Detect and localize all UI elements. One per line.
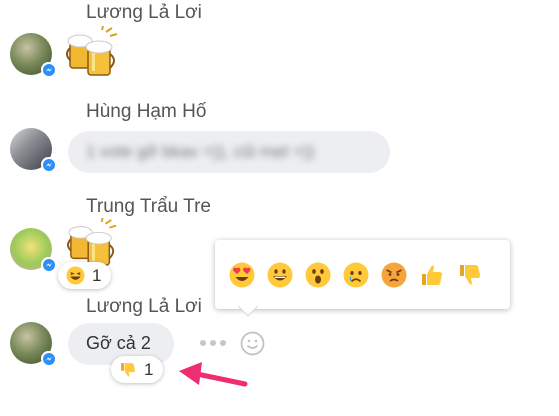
beer-mugs-sticker[interactable]	[66, 26, 120, 78]
thumbs-down-emoji-icon	[121, 362, 135, 377]
add-reaction-icon[interactable]	[240, 331, 265, 356]
laughing-emoji-icon	[66, 266, 85, 285]
sad-emoji-icon[interactable]	[343, 262, 369, 288]
messenger-badge-icon	[41, 157, 56, 172]
avatar[interactable]	[10, 228, 56, 272]
angry-emoji-icon[interactable]	[381, 262, 407, 288]
thumbs-up-emoji-icon[interactable]	[419, 262, 445, 288]
avatar[interactable]	[10, 33, 56, 77]
message-text: 1 vote gỡ bkav =)), cũi mẹt =))	[86, 142, 315, 161]
wow-emoji-icon[interactable]	[305, 262, 331, 288]
reaction-count: 1	[92, 265, 102, 285]
sender-name: Hùng Hạm Hố	[86, 101, 207, 122]
messenger-badge-icon	[41, 257, 56, 272]
reaction-count-badge[interactable]: 1	[58, 262, 112, 289]
laugh-emoji-icon[interactable]	[267, 262, 293, 288]
picker-pointer	[238, 306, 258, 317]
beer-mugs-sticker[interactable]	[66, 218, 120, 268]
reaction-count-badge[interactable]: 1	[111, 356, 164, 383]
messenger-badge-icon	[41, 351, 56, 366]
avatar[interactable]	[10, 128, 56, 172]
thumbs-down-emoji-icon[interactable]	[457, 262, 483, 288]
reaction-picker	[215, 240, 510, 309]
sender-name: Lương Lả Lơi	[86, 2, 202, 23]
annotation-arrow-icon	[179, 362, 248, 387]
sender-name: Lương Lả Lơi	[86, 296, 202, 317]
more-options-icon[interactable]	[200, 336, 226, 350]
sender-name: Trung Trẩu Tre	[86, 196, 211, 217]
message-text: Gỡ cả 2	[86, 333, 151, 353]
love-eyes-emoji-icon[interactable]	[229, 262, 255, 288]
message-bubble[interactable]: 1 vote gỡ bkav =)), cũi mẹt =))	[68, 131, 390, 173]
messenger-badge-icon	[41, 62, 56, 77]
reaction-count: 1	[144, 359, 154, 379]
avatar[interactable]	[10, 322, 56, 366]
